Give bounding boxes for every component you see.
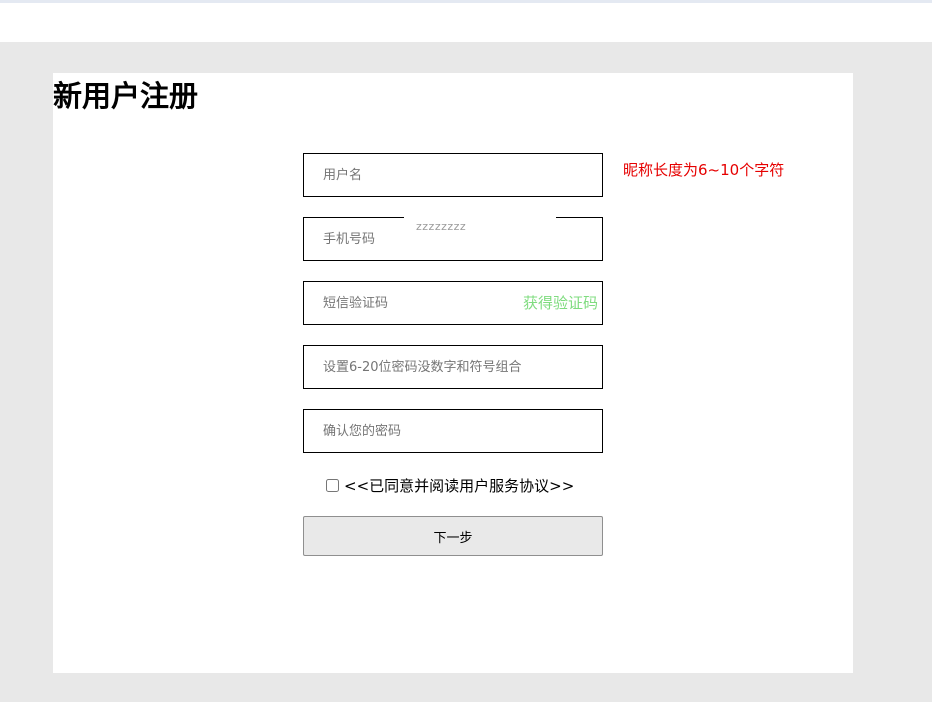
autofill-tooltip: zzzzzzzz — [404, 216, 556, 233]
username-field — [303, 153, 603, 197]
username-hint: 昵称长度为6~10个字符 — [623, 161, 785, 179]
agreement-checkbox[interactable] — [326, 478, 339, 492]
get-code-link[interactable]: 获得验证码 — [523, 292, 598, 313]
registration-card: 新用户注册 昵称长度为6~10个字符 zzzzzzzz 获得验证码 <<已同意并… — [53, 73, 853, 673]
next-button[interactable]: 下一步 — [303, 516, 603, 556]
password-field — [303, 345, 603, 389]
username-input[interactable] — [304, 154, 602, 196]
sms-code-field: 获得验证码 — [303, 281, 603, 325]
confirm-password-field — [303, 409, 603, 453]
password-input[interactable] — [304, 346, 602, 388]
agreement-label: <<已同意并阅读用户服务协议>> — [344, 476, 575, 495]
confirm-password-input[interactable] — [304, 410, 602, 452]
top-bar — [0, 0, 932, 42]
phone-field: zzzzzzzz — [303, 216, 603, 261]
agreement-row[interactable]: <<已同意并阅读用户服务协议>> — [326, 474, 574, 496]
page-title: 新用户注册 — [53, 79, 199, 113]
